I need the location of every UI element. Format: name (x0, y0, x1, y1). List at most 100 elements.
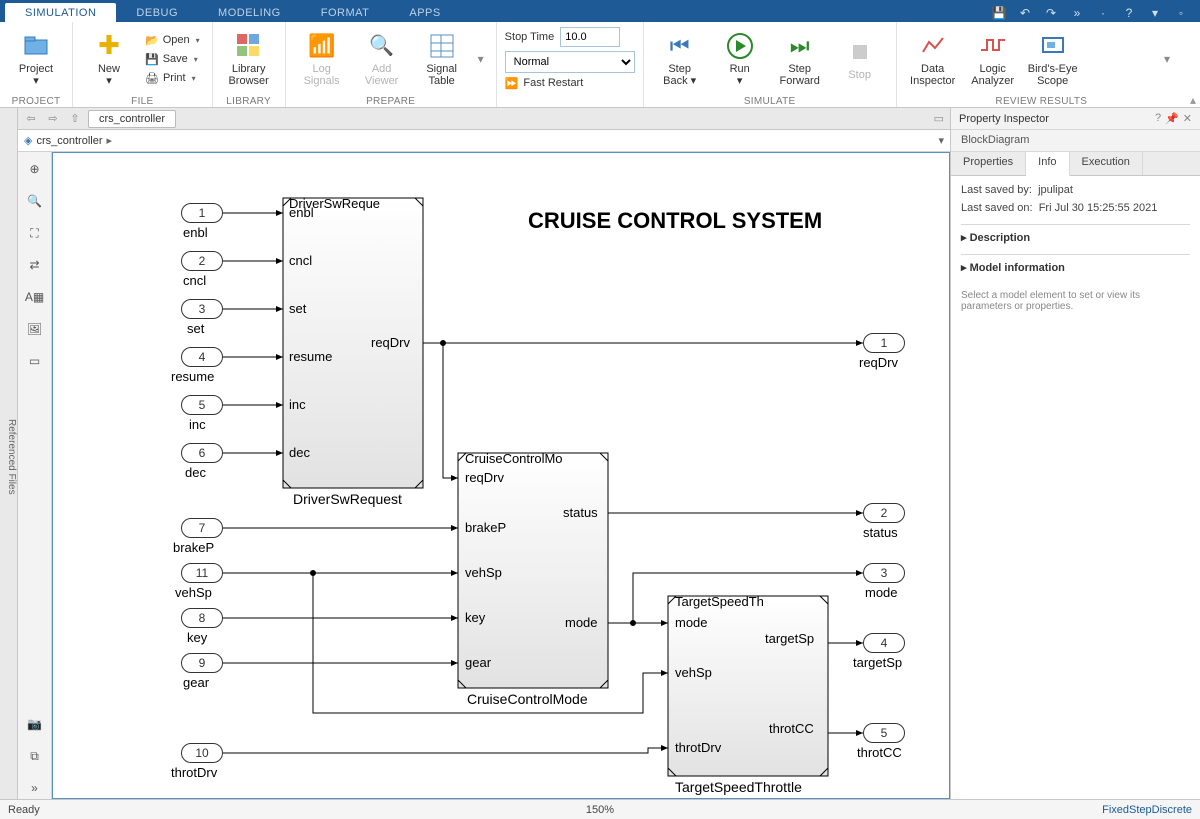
tab-simulation[interactable]: SIMULATION (5, 3, 116, 22)
model-canvas[interactable]: CRUISE CONTROL SYSTEM 1 enbl 2 cncl 3 se… (52, 152, 950, 799)
viewmarks-icon[interactable]: ⧉ (24, 745, 46, 767)
outport-4[interactable]: 4 (863, 633, 905, 653)
inport-4[interactable]: 4 (181, 347, 223, 367)
undo-icon[interactable]: ↶ (1016, 4, 1034, 22)
outport-2[interactable]: 2 (863, 503, 905, 523)
maximize-canvas-icon[interactable]: ▭ (934, 112, 944, 125)
property-inspector: Property Inspector ? 📌 ✕ BlockDiagram Pr… (950, 108, 1200, 799)
model-tab[interactable]: crs_controller (88, 110, 176, 128)
outport-2-label: status (863, 525, 898, 540)
breadcrumb[interactable]: crs_controller (36, 135, 102, 147)
birds-eye-button[interactable]: Bird's-Eye Scope (1025, 26, 1081, 92)
status-zoom[interactable]: 150% (586, 804, 614, 816)
fast-restart-button[interactable]: ⏩Fast Restart (505, 77, 584, 90)
nav-fwd-icon[interactable]: ⇨ (44, 110, 62, 128)
prepare-more-icon[interactable]: ▾ (474, 52, 488, 66)
nav-up-icon[interactable]: ⇧ (66, 110, 84, 128)
data-inspector-button[interactable]: Data Inspector (905, 26, 961, 92)
inport-5-label: inc (189, 417, 206, 432)
stop-button[interactable]: Stop (832, 26, 888, 92)
help-icon[interactable]: ? (1120, 4, 1138, 22)
tab-modeling[interactable]: MODELING (198, 3, 301, 22)
zoom-tool-icon[interactable]: 🔍 (24, 190, 46, 212)
chevron-down-icon[interactable]: ▾ (1146, 4, 1164, 22)
inport-7[interactable]: 7 (181, 518, 223, 538)
inspector-title: Property Inspector (959, 113, 1049, 125)
inport-5[interactable]: 5 (181, 395, 223, 415)
screenshot-icon[interactable]: 📷 (24, 713, 46, 735)
inport-10-label: throtDrv (171, 765, 217, 780)
signal-table-button[interactable]: Signal Table (414, 26, 470, 92)
inport-1[interactable]: 1 (181, 203, 223, 223)
status-solver[interactable]: FixedStepDiscrete (1102, 804, 1192, 816)
new-label: New (98, 63, 120, 75)
print-button[interactable]: 🖨 Print▾ (141, 70, 204, 87)
stop-label: Stop (848, 69, 871, 81)
nav-back-icon[interactable]: ⇦ (22, 110, 40, 128)
stoptime-input[interactable] (560, 27, 620, 47)
logic-analyzer-label: Logic Analyzer (971, 63, 1014, 87)
tst-in-mode: mode (675, 615, 708, 630)
savedon-value: Fri Jul 30 15:25:55 2021 (1039, 202, 1158, 214)
ribbon-overflow-icon[interactable]: ▾ (1156, 52, 1178, 66)
tab-debug[interactable]: DEBUG (116, 3, 198, 22)
dsr-in-set: set (289, 301, 306, 316)
breadcrumb-chevron-icon[interactable]: ▸ (107, 134, 113, 147)
step-back-button[interactable]: ⏮ Step Back ▾ (652, 26, 708, 92)
library-browser-button[interactable]: Library Browser (221, 26, 277, 92)
new-button[interactable]: ✚ New▾ (81, 26, 137, 92)
outport-5-label: throtCC (857, 745, 902, 760)
inport-9[interactable]: 9 (181, 653, 223, 673)
inspector-close-icon[interactable]: ✕ (1183, 112, 1192, 125)
inspector-help-icon[interactable]: ? (1155, 112, 1161, 125)
more-quick-icon[interactable]: » (1068, 4, 1086, 22)
annotation-icon[interactable]: A▦ (24, 286, 46, 308)
inspector-section-description[interactable]: ▸ Description (961, 224, 1190, 244)
area-icon[interactable]: ▭ (24, 350, 46, 372)
hide-panels-icon[interactable]: ⊕ (24, 158, 46, 180)
image-icon[interactable]: 🖼 (24, 318, 46, 340)
diagram-title: CRUISE CONTROL SYSTEM (528, 208, 822, 234)
inspector-tab-info[interactable]: Info (1026, 152, 1069, 176)
inport-6[interactable]: 6 (181, 443, 223, 463)
inport-10[interactable]: 10 (181, 743, 223, 763)
outport-3[interactable]: 3 (863, 563, 905, 583)
referenced-files-panel[interactable]: Referenced Files (0, 108, 18, 799)
minimize-ribbon-icon[interactable]: ◦ (1172, 4, 1190, 22)
outport-1[interactable]: 1 (863, 333, 905, 353)
logic-analyzer-button[interactable]: Logic Analyzer (965, 26, 1021, 92)
add-viewer-button[interactable]: 🔍 Add Viewer (354, 26, 410, 92)
tab-format[interactable]: FORMAT (301, 3, 390, 22)
tab-apps[interactable]: APPS (389, 3, 460, 22)
save-button[interactable]: 💾 Save▾ (141, 51, 204, 68)
fit-view-icon[interactable]: ⛶ (24, 222, 46, 244)
dsr-in-resume: resume (289, 349, 332, 364)
inport-2[interactable]: 2 (181, 251, 223, 271)
expand-palette-icon[interactable]: » (24, 777, 46, 799)
inport-11[interactable]: 11 (181, 563, 223, 583)
stoptime-label: Stop Time (505, 31, 555, 43)
dsr-in-cncl: cncl (289, 253, 312, 268)
inspector-tab-properties[interactable]: Properties (951, 152, 1026, 175)
inport-8[interactable]: 8 (181, 608, 223, 628)
breadcrumb-dropdown-icon[interactable]: ▾ (938, 134, 944, 147)
inport-3[interactable]: 3 (181, 299, 223, 319)
outport-1-label: reqDrv (859, 355, 898, 370)
save-quick-icon[interactable]: 💾 (990, 4, 1008, 22)
inspector-tab-execution[interactable]: Execution (1070, 152, 1143, 175)
collapse-ribbon-icon[interactable]: ▴ (1186, 22, 1200, 107)
open-button[interactable]: 📂 Open▾ (141, 32, 204, 49)
inspector-pin-icon[interactable]: 📌 (1165, 112, 1179, 125)
inspector-section-modelinfo[interactable]: ▸ Model information (961, 254, 1190, 274)
ccm-in-gear: gear (465, 655, 491, 670)
run-label: Run (730, 63, 750, 75)
inport-9-label: gear (183, 675, 209, 690)
run-button[interactable]: Run▾ (712, 26, 768, 92)
outport-5[interactable]: 5 (863, 723, 905, 743)
toggle-sample-time-icon[interactable]: ⇄ (24, 254, 46, 276)
log-signals-button[interactable]: 📶 Log Signals (294, 26, 350, 92)
project-button[interactable]: Project▾ (8, 26, 64, 92)
redo-icon[interactable]: ↷ (1042, 4, 1060, 22)
step-forward-button[interactable]: ⏭ Step Forward (772, 26, 828, 92)
sim-mode-select[interactable]: Normal (505, 51, 635, 73)
